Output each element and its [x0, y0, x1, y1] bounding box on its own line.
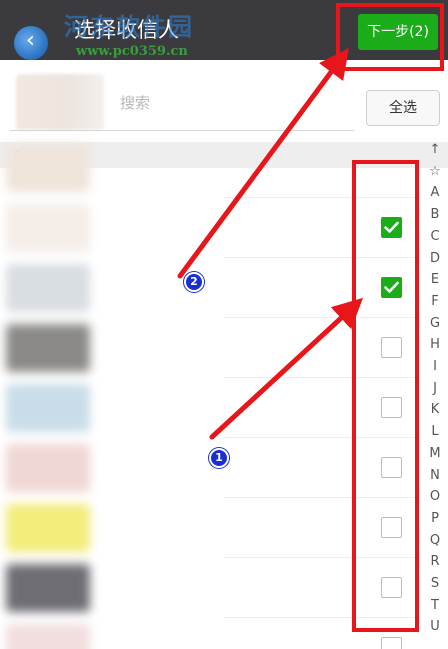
checkmark-icon — [384, 281, 399, 293]
checkbox-checked[interactable] — [381, 277, 402, 298]
contact-row[interactable] — [0, 198, 448, 258]
index-letter[interactable]: E — [424, 272, 446, 288]
contact-avatar — [6, 504, 90, 552]
index-letter[interactable]: ↑ — [424, 142, 446, 158]
select-all-button[interactable]: 全选 — [366, 90, 440, 126]
index-letter[interactable]: H — [424, 337, 446, 353]
index-letter[interactable]: A — [424, 185, 446, 201]
index-letter[interactable]: P — [424, 511, 446, 527]
index-letter[interactable]: J — [424, 381, 446, 397]
index-letter[interactable]: R — [424, 554, 446, 570]
contact-row[interactable] — [0, 258, 448, 318]
contact-row[interactable] — [0, 138, 448, 198]
index-letter[interactable]: M — [424, 446, 446, 462]
contact-avatar — [6, 144, 90, 192]
index-letter[interactable]: I — [424, 359, 446, 375]
contact-row[interactable] — [0, 618, 448, 649]
contact-avatar — [6, 324, 90, 372]
contact-avatar — [6, 204, 90, 252]
contact-avatar — [6, 384, 90, 432]
contact-row[interactable] — [0, 498, 448, 558]
index-letter[interactable]: L — [424, 424, 446, 440]
index-letter[interactable]: G — [424, 316, 446, 332]
select-recipients-screen: ‹ 选择收信人 河东软件园 www.pc0359.cn 下一步(2) 搜索 全选… — [0, 0, 448, 649]
back-arrow-icon: ‹ — [26, 28, 35, 53]
contact-list — [0, 144, 448, 649]
index-letter[interactable]: T — [424, 598, 446, 614]
contact-row[interactable] — [0, 318, 448, 378]
index-letter[interactable]: D — [424, 251, 446, 267]
contact-row[interactable] — [0, 558, 448, 618]
contact-avatar — [6, 624, 90, 649]
index-letter[interactable]: S — [424, 576, 446, 592]
index-letter[interactable]: ☆ — [424, 164, 446, 180]
selected-avatar — [16, 74, 104, 130]
checkmark-icon — [384, 221, 399, 233]
index-letter[interactable]: N — [424, 468, 446, 484]
checkbox-unchecked[interactable] — [381, 577, 402, 598]
search-underline — [10, 130, 354, 131]
watermark-title: 河东软件园 — [64, 13, 194, 41]
contact-avatar — [6, 264, 90, 312]
index-letter[interactable]: O — [424, 489, 446, 505]
header-bar: ‹ 选择收信人 河东软件园 www.pc0359.cn 下一步(2) — [0, 0, 448, 60]
contact-avatar — [6, 444, 90, 492]
index-letter[interactable]: C — [424, 229, 446, 245]
next-step-button[interactable]: 下一步(2) — [358, 14, 438, 50]
checkbox-unchecked[interactable] — [381, 457, 402, 478]
back-button[interactable]: ‹ — [8, 12, 48, 60]
index-letter[interactable]: U — [424, 619, 446, 635]
contact-avatar — [6, 564, 90, 612]
index-letter[interactable]: B — [424, 207, 446, 223]
checkbox-unchecked[interactable] — [381, 517, 402, 538]
checkbox-unchecked[interactable] — [381, 337, 402, 358]
checkbox-unchecked[interactable] — [381, 397, 402, 418]
contact-row[interactable] — [0, 438, 448, 498]
watermark-url: www.pc0359.cn — [76, 44, 188, 59]
index-letter[interactable]: F — [424, 294, 446, 310]
search-row: 搜索 全选 — [0, 60, 448, 140]
index-letter[interactable]: K — [424, 402, 446, 418]
checkbox-checked[interactable] — [381, 217, 402, 238]
search-input[interactable]: 搜索 — [120, 93, 150, 113]
checkbox-unchecked[interactable] — [381, 637, 402, 649]
alphabet-index-bar[interactable]: ↑ ☆ A B C D E F G H I J K L M N O P Q R S T U — [424, 140, 448, 649]
index-letter[interactable]: Q — [424, 533, 446, 549]
contact-row[interactable] — [0, 378, 448, 438]
